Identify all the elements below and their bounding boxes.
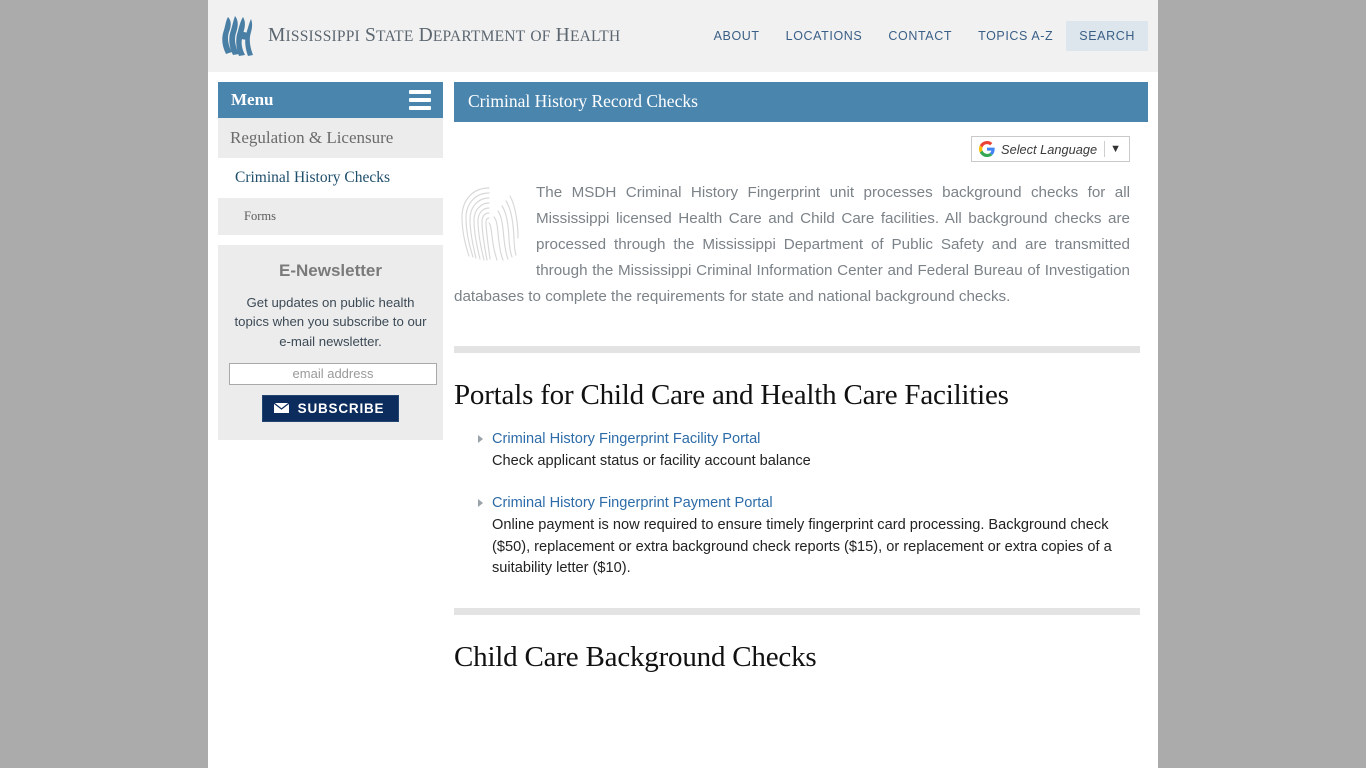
page-container: MISSISSIPPI STATE DEPARTMENT OF HEALTH A… xyxy=(208,0,1158,768)
portals-section: Portals for Child Care and Health Care F… xyxy=(454,379,1148,580)
subscribe-label: SUBSCRIBE xyxy=(297,400,385,416)
menu-toggle[interactable]: Menu xyxy=(218,82,443,118)
email-input[interactable] xyxy=(229,362,437,385)
brand-name-text: MISSISSIPPI STATE DEPARTMENT OF HEALTH xyxy=(268,25,621,46)
nav-link-about[interactable]: ABOUT xyxy=(701,21,773,51)
sidebar-item-criminal-history-checks[interactable]: Criminal History Checks xyxy=(218,159,443,198)
sidebar: Menu Regulation & Licensure Criminal His… xyxy=(218,82,443,440)
link-facility-portal[interactable]: Criminal History Fingerprint Facility Po… xyxy=(492,431,760,447)
nav-link-contact[interactable]: CONTACT xyxy=(875,21,965,51)
nav-link-topics-a-z[interactable]: TOPICS A-Z xyxy=(965,21,1066,51)
link-facility-portal-description: Check applicant status or facility accou… xyxy=(492,452,811,469)
list-item: Criminal History Fingerprint Facility Po… xyxy=(478,430,1130,472)
main-content: Criminal History Record Checks Select La… xyxy=(454,82,1148,692)
newsletter-description: Get updates on public health topics when… xyxy=(234,295,427,349)
triangle-bullet-icon xyxy=(478,434,483,443)
child-care-heading: Child Care Background Checks xyxy=(454,640,817,673)
fingerprint-image xyxy=(461,187,519,261)
section-divider xyxy=(454,345,1140,353)
envelope-icon xyxy=(272,402,290,415)
subscribe-button[interactable]: SUBSCRIBE xyxy=(261,394,400,422)
section-divider xyxy=(454,607,1140,615)
language-selector[interactable]: Select Language ▼ xyxy=(971,136,1130,162)
main-navigation: ABOUT LOCATIONS CONTACT TOPICS A-Z SEARC… xyxy=(701,21,1148,51)
link-payment-portal-description: Online payment is now required to ensure… xyxy=(492,517,1112,577)
brand[interactable]: MISSISSIPPI STATE DEPARTMENT OF HEALTH xyxy=(222,14,620,58)
portals-heading: Portals for Child Care and Health Care F… xyxy=(454,378,1009,411)
triangle-bullet-icon xyxy=(478,499,483,508)
sidebar-item-regulation-licensure[interactable]: Regulation & Licensure xyxy=(218,118,443,159)
hamburger-icon[interactable] xyxy=(409,90,431,110)
google-g-icon xyxy=(979,141,995,157)
portals-link-list: Criminal History Fingerprint Facility Po… xyxy=(454,430,1130,580)
link-payment-portal[interactable]: Criminal History Fingerprint Payment Por… xyxy=(492,495,773,511)
site-header: MISSISSIPPI STATE DEPARTMENT OF HEALTH A… xyxy=(208,0,1158,72)
newsletter-title: E-Newsletter xyxy=(279,261,382,280)
translate-row: Select Language ▼ xyxy=(454,122,1148,162)
intro-paragraph: The MSDH Criminal History Fingerprint un… xyxy=(454,184,1130,305)
menu-label: Menu xyxy=(231,90,274,109)
nav-link-locations[interactable]: LOCATIONS xyxy=(773,21,876,51)
body-row: Menu Regulation & Licensure Criminal His… xyxy=(208,72,1158,692)
intro-block: The MSDH Criminal History Fingerprint un… xyxy=(454,162,1148,310)
list-item: Criminal History Fingerprint Payment Por… xyxy=(478,494,1130,579)
triangle-down-icon[interactable]: ▼ xyxy=(1105,143,1126,155)
child-care-section: Child Care Background Checks xyxy=(454,641,1148,674)
language-selector-label: Select Language xyxy=(1001,141,1098,157)
msdh-logo-icon xyxy=(222,16,253,56)
nav-link-search[interactable]: SEARCH xyxy=(1066,21,1148,51)
newsletter-box: E-Newsletter Get updates on public healt… xyxy=(218,245,443,440)
sidebar-item-forms[interactable]: Forms xyxy=(218,198,443,236)
page-title: Criminal History Record Checks xyxy=(454,82,1148,122)
brand-name: MISSISSIPPI STATE DEPARTMENT OF HEALTH xyxy=(268,25,620,47)
